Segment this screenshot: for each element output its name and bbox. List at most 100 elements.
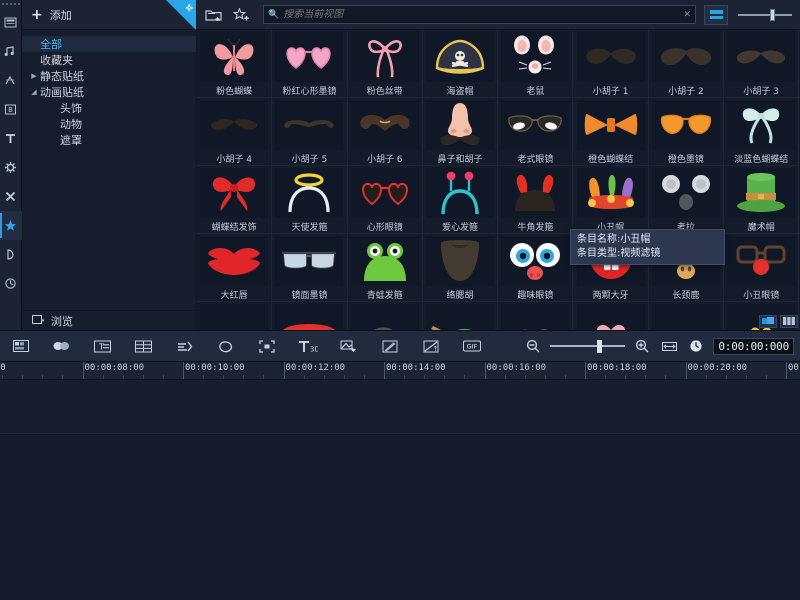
category-item-0[interactable]: 全部 — [22, 36, 196, 52]
sticker-item[interactable]: 橙色蝴蝶结 — [573, 98, 648, 166]
sticker-item[interactable]: 考拉 — [649, 166, 724, 234]
sticker-item[interactable]: 老式眼镜 — [498, 98, 573, 166]
sticker-item[interactable]: 小胡子 6 — [348, 98, 423, 166]
zoom-in-icon[interactable] — [632, 330, 652, 362]
mask-creator-icon[interactable] — [205, 330, 246, 362]
rail-drag-dots[interactable] — [0, 0, 22, 8]
motion-icon[interactable] — [0, 269, 22, 298]
sticker-item[interactable]: 大红唇 — [197, 234, 272, 302]
sticker-item[interactable]: 粉色蝴蝶 — [197, 30, 272, 98]
tree-twisty-icon[interactable]: ◢ — [28, 88, 40, 96]
sticker-item[interactable]: 老鼠 — [498, 30, 573, 98]
ruler-minor-tick — [364, 375, 365, 379]
audio-icon[interactable] — [0, 37, 22, 66]
speed-change-icon[interactable]: ↑ — [410, 330, 451, 362]
sticker-item[interactable] — [649, 302, 724, 330]
add-button[interactable]: + 添加 ✜ — [22, 0, 197, 29]
sticker-item[interactable]: 牛角发箍 — [498, 166, 573, 234]
zoom-slider-knob[interactable] — [597, 340, 602, 353]
add-folder-icon[interactable] — [203, 5, 223, 25]
titles-icon[interactable]: B — [0, 95, 22, 124]
ruler-minor-tick — [766, 375, 767, 379]
clear-search-icon[interactable]: ✕ — [683, 10, 691, 20]
video-track[interactable] — [0, 380, 800, 434]
zoom-out-icon[interactable] — [523, 330, 543, 362]
sticker-item[interactable]: 络腮胡 — [423, 234, 498, 302]
timecode-display[interactable]: 0:00:00:000 — [713, 338, 794, 355]
text-icon[interactable] — [0, 124, 22, 153]
nose-mustache-icon — [426, 100, 494, 150]
category-item-5[interactable]: 动物 — [22, 116, 196, 132]
sticker-item[interactable]: 小胡子 1 — [573, 30, 648, 98]
sticker-item[interactable]: 心形眼镜 — [348, 166, 423, 234]
storyboard-view-icon[interactable] — [0, 330, 41, 362]
sticker-item[interactable] — [423, 302, 498, 330]
sticker-item[interactable]: 小丑眼镜 — [724, 234, 799, 302]
tree-twisty-icon[interactable]: ▶ — [28, 72, 40, 80]
sticker-item[interactable] — [272, 302, 347, 330]
sticker-grid-container[interactable]: 粉色蝴蝶粉红心形墨镜粉色丝带海盗帽老鼠小胡子 1小胡子 2小胡子 3小胡子 4小… — [197, 30, 800, 330]
sticker-item[interactable]: 小胡子 5 — [272, 98, 347, 166]
sticker-item[interactable]: 小丑帽 — [573, 166, 648, 234]
mask-icon[interactable] — [0, 240, 22, 269]
sticker-item[interactable]: 青蛙发箍 — [348, 234, 423, 302]
track-manager-icon[interactable] — [123, 330, 164, 362]
overlay-track[interactable] — [0, 435, 800, 600]
category-item-1[interactable]: 收藏夹 — [22, 52, 196, 68]
sticker-item-label: 老式眼镜 — [517, 152, 553, 165]
list-view-button[interactable] — [780, 315, 798, 328]
view-mode-toggle[interactable] — [704, 5, 728, 25]
sticker-item[interactable]: 淡蓝色蝴蝶结 — [724, 98, 799, 166]
mustache1-icon — [577, 32, 645, 82]
browse-button[interactable]: 浏览 — [22, 310, 196, 330]
effects-gear-icon[interactable] — [0, 153, 22, 182]
sticker-item[interactable]: 小胡子 3 — [724, 30, 799, 98]
sticker-item[interactable]: 天使发箍 — [272, 166, 347, 234]
svg-text:T: T — [98, 342, 104, 351]
motion-tracking-icon[interactable] — [164, 330, 205, 362]
sticker-item[interactable]: 橙色墨镜 — [649, 98, 724, 166]
sticker-item[interactable]: 鼻子和胡子 — [423, 98, 498, 166]
search-box[interactable]: 🔍 ✕ — [263, 5, 696, 24]
category-item-4[interactable]: 头饰 — [22, 100, 196, 116]
stickers-icon[interactable] — [0, 211, 22, 240]
fit-timeline-icon[interactable] — [659, 330, 679, 362]
gif-creator-icon[interactable]: GIF — [451, 330, 492, 362]
sticker-item[interactable]: 小胡子 4 — [197, 98, 272, 166]
media-library-icon[interactable] — [0, 8, 22, 37]
search-input[interactable] — [283, 9, 679, 20]
sticker-item[interactable]: 魔术帽 — [724, 166, 799, 234]
sticker-item[interactable]: 爱心发箍 — [423, 166, 498, 234]
category-item-3[interactable]: ◢动画贴纸 — [22, 84, 196, 100]
overlay-close-icon[interactable] — [0, 182, 22, 211]
sticker-item[interactable] — [348, 302, 423, 330]
slider-knob[interactable] — [770, 9, 775, 21]
thumbnail-view-button[interactable] — [759, 315, 777, 328]
sticker-item[interactable]: 蝴蝶结发饰 — [197, 166, 272, 234]
category-item-2[interactable]: ▶静态贴纸 — [22, 68, 196, 84]
sticker-item-label: 小丑眼镜 — [743, 288, 779, 301]
ruler-minor-tick — [625, 375, 626, 379]
category-item-6[interactable]: 遮罩 — [22, 132, 196, 148]
title-3d-icon[interactable]: 3D — [287, 330, 328, 362]
thumbnail-size-slider[interactable] — [736, 5, 794, 25]
sticker-item[interactable]: 海盗帽 — [423, 30, 498, 98]
sticker-item[interactable] — [573, 302, 648, 330]
sticker-item[interactable]: 粉色丝带 — [348, 30, 423, 98]
sticker-item[interactable] — [498, 302, 573, 330]
sticker-item[interactable] — [197, 302, 272, 330]
multicam-editor-icon[interactable] — [328, 330, 369, 362]
timeline-ruler[interactable]: 6:0000:00:08:0000:00:10:0000:00:12:0000:… — [0, 362, 800, 380]
sticker-item[interactable]: 趣味眼镜 — [498, 234, 573, 302]
sticker-item[interactable]: 粉红心形墨镜 — [272, 30, 347, 98]
subtitle-editor-icon[interactable]: T — [82, 330, 123, 362]
timecode-clock-icon[interactable] — [686, 330, 706, 362]
painting-creator-icon[interactable] — [369, 330, 410, 362]
sticker-item[interactable]: 小胡子 2 — [649, 30, 724, 98]
add-to-favorites-icon[interactable] — [231, 5, 251, 25]
transitions-icon[interactable] — [0, 66, 22, 95]
sticker-item[interactable]: 镜面墨镜 — [272, 234, 347, 302]
mix-audio-icon[interactable] — [41, 330, 82, 362]
timeline-zoom-slider[interactable] — [550, 336, 625, 356]
auto-reframe-icon[interactable] — [246, 330, 287, 362]
